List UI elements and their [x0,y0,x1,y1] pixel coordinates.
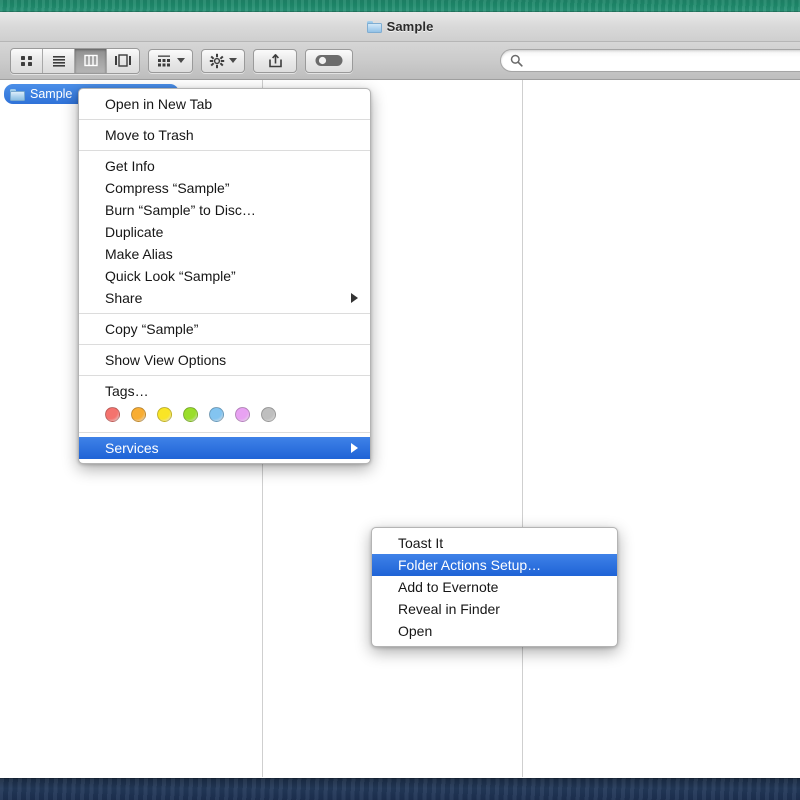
menu-item-label: Make Alias [105,246,173,262]
desktop-background-bottom [0,777,800,800]
tag-toggle-button[interactable] [305,48,353,73]
menu-item-label: Open in New Tab [105,96,213,112]
menu-separator [79,119,370,120]
menu-item-folder-actions-setup[interactable]: Folder Actions Setup… [372,554,617,576]
menu-item-label: Get Info [105,158,155,174]
list-item-label: Sample [30,87,73,101]
desktop-background-top [0,0,800,12]
tag-purple[interactable] [235,406,250,422]
menu-separator [79,150,370,151]
menu-separator [79,344,370,345]
chevron-down-icon [229,58,237,63]
finder-toolbar [0,42,800,80]
menu-item-label: Quick Look “Sample” [105,268,236,284]
action-button[interactable] [201,48,245,73]
submenu-arrow-icon [351,293,358,303]
menu-item-label: Share [105,290,143,306]
menu-item-label: Show View Options [105,352,227,368]
menu-item-add-to-evernote[interactable]: Add to Evernote [372,576,617,598]
menu-item-open[interactable]: Open [372,620,617,642]
view-mode-segmented-control[interactable] [10,47,140,74]
share-icon [268,53,282,67]
menu-item-label: Add to Evernote [398,579,499,595]
tag-green[interactable] [183,406,198,422]
search-field[interactable] [500,49,800,72]
cover-flow-view-button[interactable] [107,48,139,73]
menu-item-services[interactable]: Services [79,437,370,459]
page-title: Sample [386,19,434,34]
menu-item-label: Folder Actions Setup… [398,557,542,573]
menu-item-label: Tags… [105,383,149,399]
menu-item-copy[interactable]: Copy “Sample” [79,318,370,340]
folder-icon [366,20,382,33]
chevron-down-icon [177,58,185,63]
share-button[interactable] [253,48,297,73]
gear-icon [209,53,225,68]
menu-item-label: Reveal in Finder [398,601,500,617]
menu-item-quick-look[interactable]: Quick Look “Sample” [79,265,370,287]
grid-icon [21,56,32,66]
menu-separator [79,313,370,314]
list-view-button[interactable] [43,48,75,73]
menu-item-show-view-options[interactable]: Show View Options [79,349,370,371]
menu-item-label: Move to Trash [105,127,194,143]
icon-view-button[interactable] [11,48,43,73]
folder-icon [10,88,25,101]
menu-item-burn-to-disc[interactable]: Burn “Sample” to Disc… [79,199,370,221]
arrange-button[interactable] [148,48,193,73]
tag-yellow[interactable] [157,406,172,422]
menu-item-share[interactable]: Share [79,287,370,309]
tag-pill-icon [315,55,343,66]
menu-item-toast-it[interactable]: Toast It [372,532,617,554]
tag-orange[interactable] [131,406,146,422]
menu-item-label: Open [398,623,433,639]
menu-item-label: Burn “Sample” to Disc… [105,202,256,218]
menu-item-label: Toast It [398,535,444,551]
menu-item-label: Compress “Sample” [105,180,230,196]
tag-red[interactable] [105,406,120,422]
menu-separator [79,432,370,433]
menu-item-label: Services [105,440,159,456]
tag-gray[interactable] [261,406,276,422]
context-menu: Open in New Tab Move to Trash Get Info C… [78,88,371,464]
arrange-icon [158,55,170,66]
menu-item-make-alias[interactable]: Make Alias [79,243,370,265]
menu-item-tags[interactable]: Tags… [79,380,370,402]
columns-icon [83,54,98,67]
menu-item-label: Duplicate [105,224,164,240]
menu-item-open-in-new-tab[interactable]: Open in New Tab [79,93,370,115]
screen: Sample Sample Open in New Tab Move to Tr… [0,0,800,800]
menu-item-reveal-in-finder[interactable]: Reveal in Finder [372,598,617,620]
column-view-button[interactable] [75,48,107,73]
search-icon [510,54,523,67]
menu-item-compress[interactable]: Compress “Sample” [79,177,370,199]
menu-item-move-to-trash[interactable]: Move to Trash [79,124,370,146]
window-titlebar[interactable]: Sample [0,12,800,42]
tag-blue[interactable] [209,406,224,422]
menu-item-get-info[interactable]: Get Info [79,155,370,177]
submenu-arrow-icon [351,443,358,453]
column-divider-2[interactable] [522,80,523,777]
services-submenu: Toast It Folder Actions Setup… Add to Ev… [371,527,618,647]
list-icon [52,56,65,67]
menu-item-label: Copy “Sample” [105,321,199,337]
menu-separator [79,375,370,376]
tag-color-row [79,402,370,428]
coverflow-icon [115,54,131,67]
menu-item-duplicate[interactable]: Duplicate [79,221,370,243]
window-title-group: Sample [366,19,434,34]
